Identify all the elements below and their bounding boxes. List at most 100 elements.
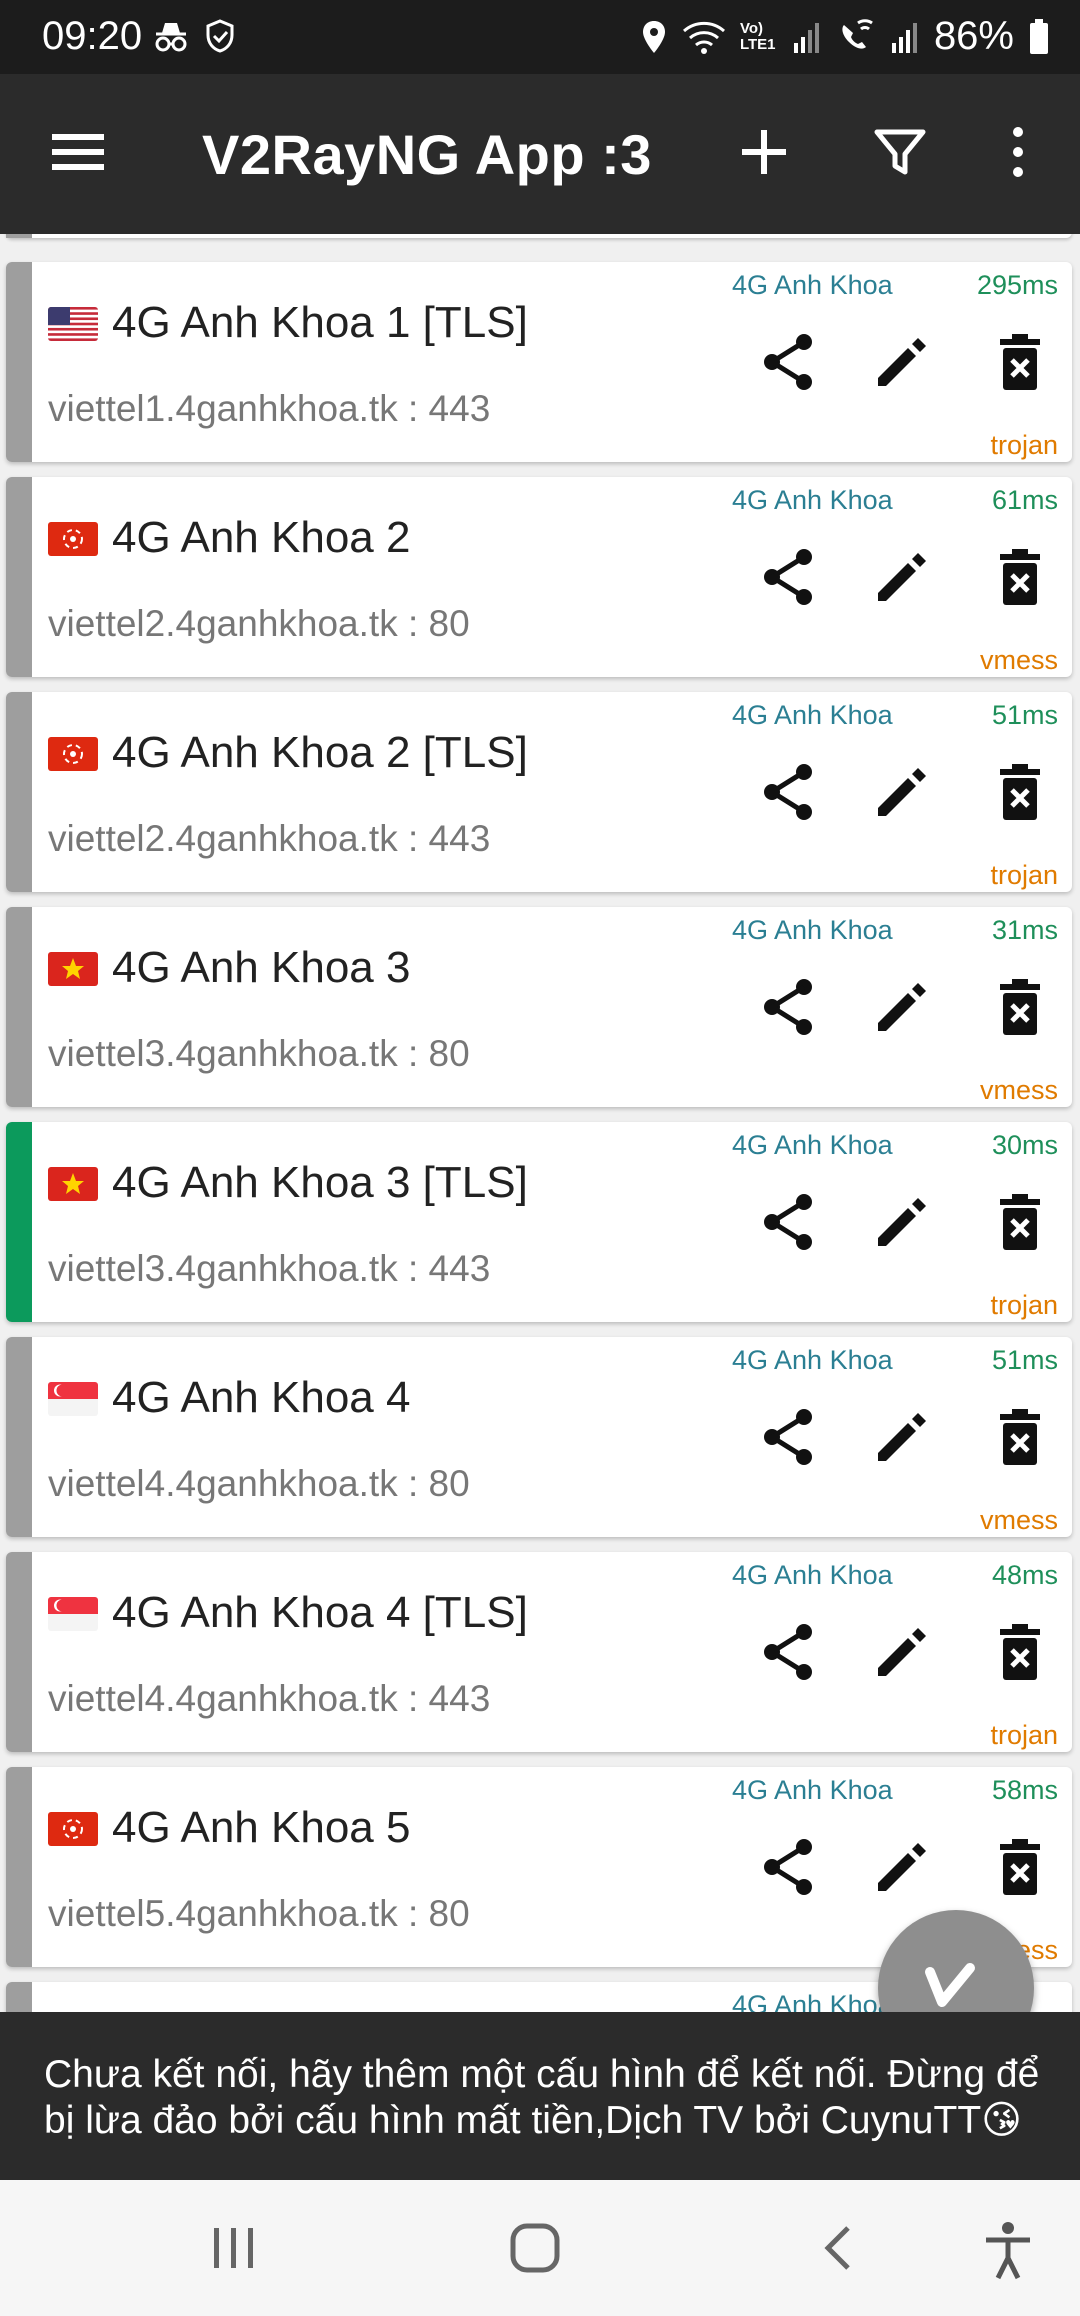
subscription-name: 4G Anh Khoa xyxy=(732,700,893,730)
edit-icon[interactable] xyxy=(870,1835,934,1899)
server-card[interactable]: 4G Anh Khoa 4 [TLS] viettel4.4ganhkhoa.tk… xyxy=(6,1552,1072,1752)
server-name: 4G Anh Khoa 5 xyxy=(112,1803,411,1852)
share-icon[interactable] xyxy=(758,330,822,394)
server-delay: 48ms xyxy=(991,1560,1058,1590)
server-list[interactable]: vmess 4G Anh Khoa 1 [TLS] viettel1.4ganhk… xyxy=(0,234,1080,2012)
card-status-bar xyxy=(6,1982,32,2012)
page-title: V2RayNG App :3 xyxy=(202,123,652,186)
server-delay: 30ms xyxy=(991,1130,1058,1160)
delete-icon[interactable] xyxy=(988,1405,1052,1469)
share-icon[interactable] xyxy=(758,1190,822,1254)
server-card[interactable]: 4G Anh Khoa 3 [TLS] viettel3.4ganhkhoa.tk… xyxy=(6,1122,1072,1322)
flag-icon xyxy=(48,1167,98,1201)
signal-icon xyxy=(792,19,822,55)
flag-icon xyxy=(48,307,98,341)
flag-icon xyxy=(48,952,98,986)
flag-icon xyxy=(48,1597,98,1631)
server-address: viettel3.4ganhkhoa.tk : 443 xyxy=(48,1248,491,1289)
share-icon[interactable] xyxy=(758,975,822,1039)
server-card[interactable]: 4G Anh Khoa 3 viettel3.4ganhkhoa.tk : 80 4… xyxy=(6,907,1072,1107)
server-name: 4G Anh Khoa 1 [TLS] xyxy=(112,298,528,347)
flag-icon xyxy=(48,522,98,556)
server-address: viettel3.4ganhkhoa.tk : 80 xyxy=(48,1033,470,1074)
wifi-calling-icon xyxy=(836,18,876,55)
battery-level: 86% xyxy=(933,14,1014,58)
status-bar: 09:20 Vo) LTE1 86% xyxy=(0,0,1080,74)
card-status-bar xyxy=(6,1337,32,1537)
battery-icon xyxy=(1028,18,1050,56)
edit-icon[interactable] xyxy=(870,545,934,609)
location-icon xyxy=(640,19,668,55)
edit-icon[interactable] xyxy=(870,1620,934,1684)
share-icon[interactable] xyxy=(758,1620,822,1684)
status-time: 09:20 xyxy=(42,14,143,58)
add-icon[interactable] xyxy=(736,124,792,185)
volte-icon: Vo) LTE1 xyxy=(739,19,776,53)
recents-icon[interactable] xyxy=(210,2220,258,2281)
server-type: trojan xyxy=(990,1720,1058,1750)
share-icon[interactable] xyxy=(758,1835,822,1899)
delete-icon[interactable] xyxy=(988,1190,1052,1254)
back-icon[interactable] xyxy=(818,2220,858,2281)
server-delay: 58ms xyxy=(991,1775,1058,1805)
flag-icon xyxy=(48,737,98,771)
server-delay: 61ms xyxy=(991,485,1058,515)
delete-icon[interactable] xyxy=(988,1620,1052,1684)
more-vert-icon[interactable] xyxy=(1000,124,1036,185)
server-address: viettel2.4ganhkhoa.tk : 80 xyxy=(48,603,470,644)
home-icon[interactable] xyxy=(508,2220,564,2281)
edit-icon[interactable] xyxy=(870,760,934,824)
server-card[interactable]: 4G Anh Khoa 2 viettel2.4ganhkhoa.tk : 80 4… xyxy=(6,477,1072,677)
share-icon[interactable] xyxy=(758,760,822,824)
delete-icon[interactable] xyxy=(988,545,1052,609)
menu-icon[interactable] xyxy=(50,130,106,179)
flag-icon xyxy=(48,1382,98,1416)
card-status-bar xyxy=(6,692,32,892)
share-icon[interactable] xyxy=(758,545,822,609)
subscription-name: 4G Anh Khoa xyxy=(732,1775,893,1805)
connection-status-message: Chưa kết nối, hãy thêm một cấu hình để k… xyxy=(44,2053,1040,2142)
selected-indicator xyxy=(6,1122,32,1322)
server-type: vmess xyxy=(979,1505,1058,1535)
server-card-partial[interactable]: vmess xyxy=(6,234,1072,238)
connection-status-bar[interactable]: Chưa kết nối, hãy thêm một cấu hình để k… xyxy=(0,2012,1080,2180)
share-icon[interactable] xyxy=(758,1405,822,1469)
flag-icon xyxy=(48,1812,98,1846)
server-type: trojan xyxy=(990,1290,1058,1320)
delete-icon[interactable] xyxy=(988,975,1052,1039)
delete-icon[interactable] xyxy=(988,330,1052,394)
subscription-name: 4G Anh Khoa xyxy=(732,1990,893,2012)
server-name: 4G Anh Khoa 3 [TLS] xyxy=(112,1158,528,1207)
app-toolbar: V2RayNG App :3 xyxy=(0,74,1080,234)
card-status-bar xyxy=(6,1552,32,1752)
delete-icon[interactable] xyxy=(988,1835,1052,1899)
server-name: 4G Anh Khoa 4 xyxy=(112,1373,411,1422)
delete-icon[interactable] xyxy=(988,760,1052,824)
card-status-bar xyxy=(6,234,32,238)
card-status-bar xyxy=(6,477,32,677)
subscription-name: 4G Anh Khoa xyxy=(732,270,893,300)
server-name: 4G Anh Khoa 4 [TLS] xyxy=(112,1588,528,1637)
subscription-name: 4G Anh Khoa xyxy=(732,485,893,515)
card-status-bar xyxy=(6,262,32,462)
accessibility-icon[interactable] xyxy=(980,2220,1036,2285)
server-delay: 51ms xyxy=(991,700,1058,730)
server-type: vmess xyxy=(979,645,1058,675)
server-card[interactable]: 4G Anh Khoa 2 [TLS] viettel2.4ganhkhoa.tk… xyxy=(6,692,1072,892)
server-address: viettel5.4ganhkhoa.tk : 80 xyxy=(48,1893,470,1934)
server-delay: 51ms xyxy=(991,1345,1058,1375)
server-card[interactable]: 4G Anh Khoa 1 [TLS] viettel1.4ganhkhoa.tk… xyxy=(6,262,1072,462)
server-address: viettel1.4ganhkhoa.tk : 443 xyxy=(48,388,491,429)
server-type: trojan xyxy=(990,860,1058,890)
server-name: 4G Anh Khoa 2 xyxy=(112,513,411,562)
filter-icon[interactable] xyxy=(872,124,928,185)
card-status-bar xyxy=(6,907,32,1107)
shield-icon xyxy=(204,18,236,59)
server-type: vmess xyxy=(979,1075,1058,1105)
subscription-name: 4G Anh Khoa xyxy=(732,1560,893,1590)
edit-icon[interactable] xyxy=(870,330,934,394)
edit-icon[interactable] xyxy=(870,1405,934,1469)
edit-icon[interactable] xyxy=(870,975,934,1039)
server-card[interactable]: 4G Anh Khoa 4 viettel4.4ganhkhoa.tk : 80 4… xyxy=(6,1337,1072,1537)
edit-icon[interactable] xyxy=(870,1190,934,1254)
